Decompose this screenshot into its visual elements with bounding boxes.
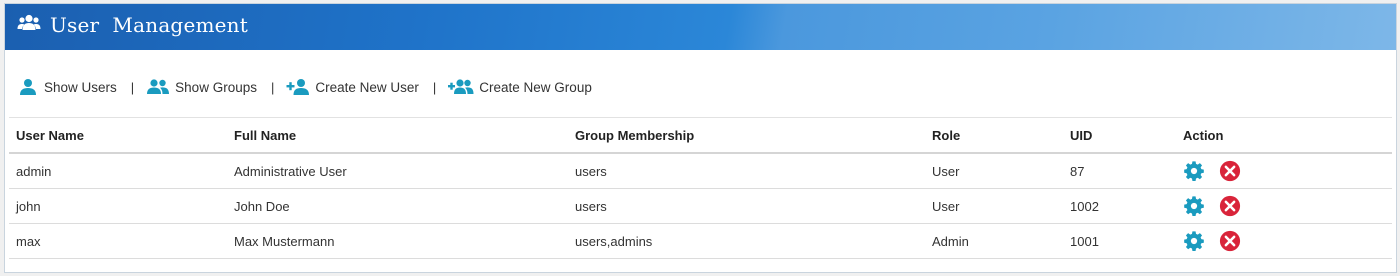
action-cell <box>1183 224 1255 258</box>
delete-user-button[interactable] <box>1219 195 1241 217</box>
create-new-group-label: Create New Group <box>479 79 592 95</box>
uid-cell: 1001 <box>1070 233 1099 249</box>
column-header-group-membership[interactable]: Group Membership <box>575 118 694 152</box>
delete-icon <box>1219 230 1241 252</box>
delete-icon <box>1219 195 1241 217</box>
full-name-cell: Max Mustermann <box>234 233 335 249</box>
action-cell <box>1183 189 1255 223</box>
toolbar-separator: | <box>270 79 275 95</box>
role-cell: User <box>932 163 960 179</box>
user-icon <box>20 79 36 95</box>
users-icon <box>147 79 170 94</box>
create-new-user-link[interactable]: Create New User <box>286 78 419 96</box>
user-management-panel: User Management Show Users | Show Groups… <box>4 3 1397 273</box>
users-group-icon <box>17 14 41 32</box>
show-users-link[interactable]: Show Users <box>19 78 117 96</box>
users-table: User Name Full Name Group Membership Rol… <box>9 117 1392 259</box>
delete-user-button[interactable] <box>1219 230 1241 252</box>
action-cell <box>1183 154 1255 188</box>
column-header-full-name[interactable]: Full Name <box>234 118 296 152</box>
toolbar-separator: | <box>130 79 135 95</box>
user-plus-icon <box>286 79 310 95</box>
column-header-uid[interactable]: UID <box>1070 118 1092 152</box>
column-header-role[interactable]: Role <box>932 118 960 152</box>
toolbar-separator: | <box>432 79 437 95</box>
group-membership-cell: users,admins <box>575 233 653 249</box>
uid-cell: 1002 <box>1070 198 1099 214</box>
table-row: john John Doe users User 1002 <box>9 189 1392 224</box>
show-groups-link[interactable]: Show Groups <box>146 78 257 96</box>
role-cell: Admin <box>932 233 969 249</box>
delete-icon <box>1219 160 1241 182</box>
edit-user-button[interactable] <box>1183 160 1205 182</box>
group-membership-cell: users <box>575 198 607 214</box>
page-title: User Management <box>50 13 248 37</box>
user-name-cell: max <box>16 233 41 249</box>
edit-user-button[interactable] <box>1183 230 1205 252</box>
column-header-user-name[interactable]: User Name <box>16 118 84 152</box>
delete-user-button[interactable] <box>1219 160 1241 182</box>
gear-icon <box>1184 231 1204 251</box>
group-plus-icon <box>448 79 474 94</box>
table-header-row: User Name Full Name Group Membership Rol… <box>9 117 1392 154</box>
create-new-group-link[interactable]: Create New Group <box>448 78 592 96</box>
full-name-cell: John Doe <box>234 198 290 214</box>
show-users-label: Show Users <box>44 79 117 95</box>
gear-icon <box>1184 196 1204 216</box>
uid-cell: 87 <box>1070 163 1085 179</box>
toolbar: Show Users | Show Groups | Create New Us… <box>19 76 592 98</box>
gear-icon <box>1184 161 1204 181</box>
table-row: max Max Mustermann users,admins Admin 10… <box>9 224 1392 259</box>
panel-header: User Management <box>5 4 1396 50</box>
create-new-user-label: Create New User <box>315 79 419 95</box>
role-cell: User <box>932 198 960 214</box>
column-header-action: Action <box>1183 127 1224 143</box>
edit-user-button[interactable] <box>1183 195 1205 217</box>
user-name-cell: admin <box>16 163 52 179</box>
user-name-cell: john <box>16 198 41 214</box>
table-row: admin Administrative User users User 87 <box>9 154 1392 189</box>
full-name-cell: Administrative User <box>234 163 347 179</box>
group-membership-cell: users <box>575 163 607 179</box>
show-groups-label: Show Groups <box>175 79 257 95</box>
